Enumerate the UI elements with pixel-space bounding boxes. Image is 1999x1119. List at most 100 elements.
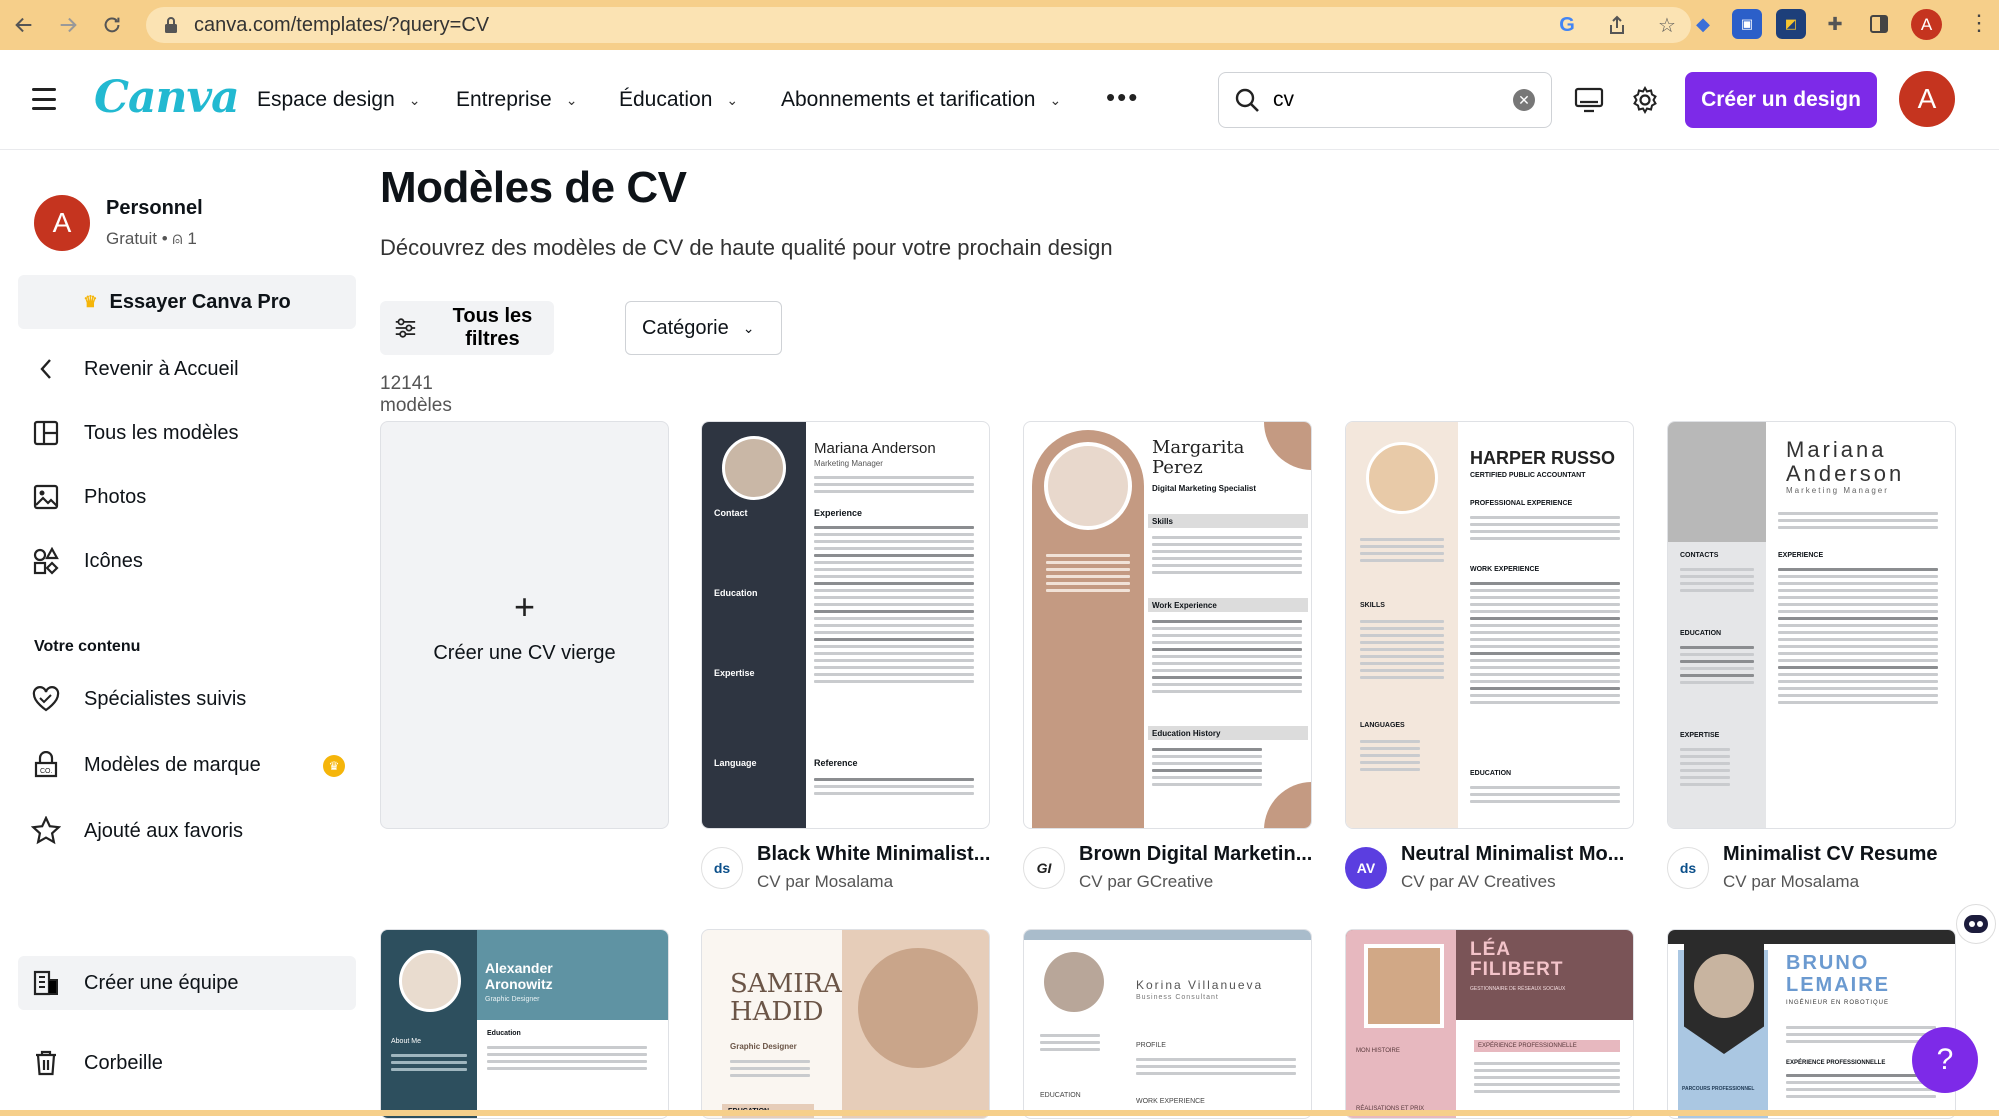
menu-entreprise[interactable]: Entreprise ⌄: [456, 88, 577, 112]
template-author[interactable]: CV par Mosalama: [757, 872, 893, 892]
extensions-puzzle-icon[interactable]: ✚: [1820, 9, 1850, 39]
preview-section: EXPERTISE: [1680, 732, 1720, 739]
sidebar-item-home[interactable]: Revenir à Accueil: [28, 351, 239, 387]
preview-role: Marketing Manager: [814, 459, 883, 468]
template-card-9[interactable]: BRUNO LEMAIRE INGÉNIEUR EN ROBOTIQUE EXP…: [1667, 929, 1956, 1119]
sidebar-item-templates[interactable]: Tous les modèles: [28, 415, 239, 451]
template-title[interactable]: Black White Minimalist...: [757, 843, 990, 866]
bookmark-star-icon[interactable]: ☆: [1653, 11, 1681, 39]
canva-logo[interactable]: Canva: [94, 72, 240, 123]
menu-espace-design[interactable]: Espace design ⌄: [257, 88, 421, 112]
extension-1-icon[interactable]: ◆: [1688, 9, 1718, 39]
author-logo[interactable]: ds: [701, 847, 743, 889]
template-author[interactable]: CV par AV Creatives: [1401, 872, 1556, 892]
preview-section: PROFESSIONAL EXPERIENCE: [1470, 500, 1573, 507]
menu-education[interactable]: Éducation ⌄: [619, 88, 738, 112]
preview-section: WORK EXPERIENCE: [1136, 1098, 1205, 1105]
template-card-8[interactable]: LÉA FILIBERT GESTIONNAIRE DE RÉSEAUX SOC…: [1345, 929, 1634, 1119]
extension-2-icon[interactable]: ▣: [1732, 9, 1762, 39]
menu-label: Éducation: [619, 88, 713, 111]
preview-name: Mariana Anderson: [814, 440, 936, 457]
search-box[interactable]: ✕: [1218, 72, 1552, 128]
template-meta-1[interactable]: ds Black White Minimalist... CV par Mosa…: [701, 843, 1001, 903]
try-pro-button[interactable]: ♛ Essayer Canva Pro: [18, 275, 356, 329]
reload-icon[interactable]: [92, 5, 132, 45]
sidebar-item-favorites[interactable]: Ajouté aux favoris: [28, 813, 243, 849]
chevron-down-icon: ⌄: [1049, 91, 1062, 108]
author-logo[interactable]: ds: [1667, 847, 1709, 889]
account-name[interactable]: Personnel: [106, 197, 203, 220]
sidebar-item-photos[interactable]: Photos: [28, 479, 146, 515]
preview-section: Expertise: [714, 668, 755, 678]
template-author[interactable]: CV par Mosalama: [1723, 872, 1859, 892]
hamburger-menu-icon[interactable]: [32, 88, 56, 110]
more-options-icon[interactable]: •••: [1106, 82, 1139, 113]
template-card-3[interactable]: SKILLS LANGUAGES HARPER RUSSO CERTIFIED …: [1345, 421, 1634, 829]
preview-text-block: [1680, 642, 1754, 688]
user-avatar[interactable]: A: [1899, 71, 1955, 127]
google-icon[interactable]: G: [1553, 11, 1581, 39]
menu-abonnements[interactable]: Abonnements et tarification ⌄: [781, 88, 1061, 112]
search-icon: [1235, 88, 1259, 112]
template-author[interactable]: CV par GCreative: [1079, 872, 1213, 892]
template-card-4[interactable]: CONTACTS EDUCATION EXPERTISE Mariana And…: [1667, 421, 1956, 829]
template-card-6[interactable]: SAMIRA HADID Graphic Designer EDUCATION: [701, 929, 990, 1119]
lock-icon[interactable]: [160, 14, 182, 36]
preview-section: EDUCATION: [1040, 1092, 1081, 1099]
assistant-face-icon[interactable]: [1956, 904, 1996, 944]
template-card-7[interactable]: Korina Villanueva Business Consultant PR…: [1023, 929, 1312, 1119]
try-pro-label: Essayer Canva Pro: [109, 290, 291, 313]
search-input[interactable]: [1273, 88, 1503, 112]
chevron-left-icon: [28, 351, 64, 387]
preview-text-block: [391, 1050, 467, 1075]
preview-text-block: [1152, 532, 1302, 578]
category-dropdown[interactable]: Catégorie ⌄: [625, 301, 782, 355]
template-card-5[interactable]: Alexander Aronowitz Graphic Designer Abo…: [380, 929, 669, 1119]
template-title[interactable]: Minimalist CV Resume: [1723, 843, 1938, 866]
preview-text-block: [1040, 1030, 1100, 1055]
template-meta-3[interactable]: AV Neutral Minimalist Mo... CV par AV Cr…: [1345, 843, 1645, 903]
address-bar[interactable]: canva.com/templates/?query=CV G ☆: [146, 7, 1691, 43]
share-icon[interactable]: [1603, 11, 1631, 39]
extension-3-icon[interactable]: ◩: [1776, 9, 1806, 39]
preview-section: Work Experience: [1148, 598, 1308, 612]
sidebar-avatar[interactable]: A: [34, 195, 90, 251]
create-design-button[interactable]: Créer un design: [1685, 72, 1877, 128]
template-meta-2[interactable]: GI Brown Digital Marketin... CV par GCre…: [1023, 843, 1323, 903]
all-filters-button[interactable]: Tous les filtres: [380, 301, 554, 355]
portrait-photo: [858, 948, 978, 1068]
side-panel-icon[interactable]: [1864, 9, 1894, 39]
sidebar-item-icons[interactable]: Icônes: [28, 543, 143, 579]
create-blank-cv-card[interactable]: + Créer une CV vierge: [380, 421, 669, 829]
browser-toolbar: canva.com/templates/?query=CV G ☆ ◆ ▣ ◩ …: [0, 0, 1999, 50]
template-card-2[interactable]: Margarita Perez Digital Marketing Specia…: [1023, 421, 1312, 829]
back-arrow-icon[interactable]: [4, 5, 44, 45]
author-logo[interactable]: GI: [1023, 847, 1065, 889]
settings-gear-icon[interactable]: [1627, 82, 1663, 118]
clear-search-icon[interactable]: ✕: [1513, 89, 1535, 111]
preview-name: LÉA FILIBERT: [1470, 939, 1564, 980]
sidebar-item-team[interactable]: Créer une équipe: [28, 965, 239, 1001]
templates-icon: [28, 415, 64, 451]
help-button[interactable]: ?: [1912, 1027, 1978, 1093]
sidebar-item-trash[interactable]: Corbeille: [28, 1045, 163, 1081]
url-text[interactable]: canva.com/templates/?query=CV: [194, 14, 489, 37]
template-title[interactable]: Neutral Minimalist Mo...: [1401, 843, 1624, 866]
sidebar-item-followed[interactable]: Spécialistes suivis: [28, 681, 246, 717]
browser-menu-icon[interactable]: ⋮: [1968, 10, 1990, 36]
author-logo[interactable]: AV: [1345, 847, 1387, 889]
template-title[interactable]: Brown Digital Marketin...: [1079, 843, 1312, 866]
template-card-1[interactable]: Contact Education Expertise Language Mar…: [701, 421, 990, 829]
menu-label: Entreprise: [456, 88, 552, 111]
preview-text-block: [814, 472, 974, 497]
preview-section: PROFILE: [1136, 1042, 1166, 1049]
template-meta-4[interactable]: ds Minimalist CV Resume CV par Mosalama: [1667, 843, 1967, 903]
forward-arrow-icon[interactable]: [48, 5, 88, 45]
preview-section: PARCOURS PROFESSIONNEL: [1682, 1086, 1755, 1092]
desktop-app-icon[interactable]: [1571, 82, 1607, 118]
preview-text-block: [1786, 1070, 1936, 1102]
plus-icon: +: [513, 585, 536, 627]
photo-icon: [28, 479, 64, 515]
browser-profile-avatar[interactable]: A: [1911, 9, 1942, 40]
sidebar-item-brand[interactable]: CO. Modèles de marque: [28, 747, 261, 783]
